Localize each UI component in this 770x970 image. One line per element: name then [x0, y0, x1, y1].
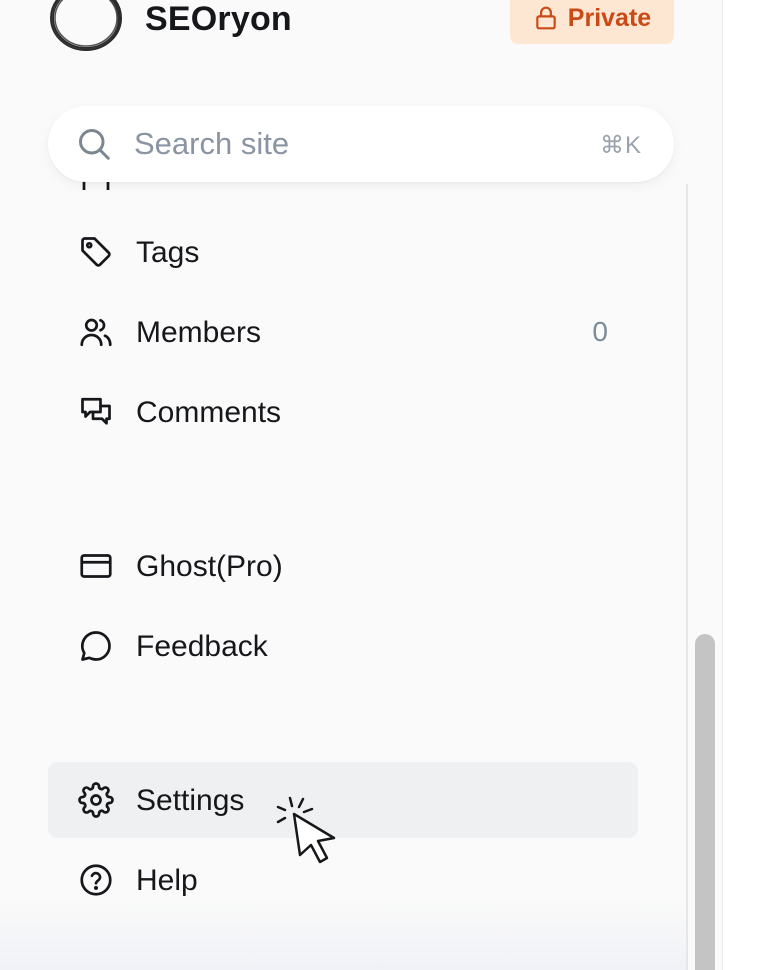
- sidebar-item-comments[interactable]: Comments: [48, 374, 638, 450]
- private-badge-label: Private: [567, 3, 652, 32]
- sidebar-item-tags[interactable]: Tags: [48, 214, 638, 290]
- comments-icon: [81, 397, 111, 425]
- credit-card-icon: [80, 554, 112, 578]
- private-badge[interactable]: Private: [510, 0, 674, 44]
- search-input[interactable]: Search site ⌘K: [48, 106, 674, 182]
- sidebar-item-label: Feedback: [136, 630, 268, 663]
- scrollbar-thumb[interactable]: [695, 634, 715, 970]
- members-icon: [80, 318, 112, 347]
- site-header: SEOryon Private: [48, 0, 678, 51]
- sidebar-item-label: Ghost(Pro): [136, 550, 283, 583]
- sidebar-item-label: Comments: [136, 396, 282, 429]
- sidebar-item-members[interactable]: Members 0: [48, 294, 638, 370]
- sidebar-item-label: Settings: [136, 784, 245, 817]
- tag-icon: [81, 237, 111, 267]
- pointer-cursor-icon: [276, 796, 336, 864]
- sidebar-item-label: Help: [136, 864, 198, 897]
- search-shortcut: ⌘K: [599, 132, 642, 159]
- site-logo[interactable]: [48, 0, 124, 52]
- lock-icon: [536, 6, 556, 30]
- search-icon: [79, 129, 110, 160]
- search-placeholder: Search site: [134, 126, 290, 161]
- help-circle-icon: [80, 864, 112, 896]
- sidebar-item-ghost-pro[interactable]: Ghost(Pro): [48, 528, 638, 604]
- members-count: 0: [592, 316, 608, 347]
- main-content-edge: [722, 0, 770, 970]
- sidebar: Tags Members 0 Comments Ghost(Pro) Feedb…: [0, 0, 722, 970]
- chat-bubble-icon: [81, 631, 111, 661]
- sidebar-item-label: Members: [136, 316, 262, 349]
- sidebar-item-feedback[interactable]: Feedback: [48, 608, 638, 684]
- gear-icon: [78, 782, 114, 818]
- sidebar-item-label: Tags: [136, 236, 200, 269]
- sidebar-divider: [686, 184, 688, 970]
- site-title[interactable]: SEOryon: [145, 0, 292, 39]
